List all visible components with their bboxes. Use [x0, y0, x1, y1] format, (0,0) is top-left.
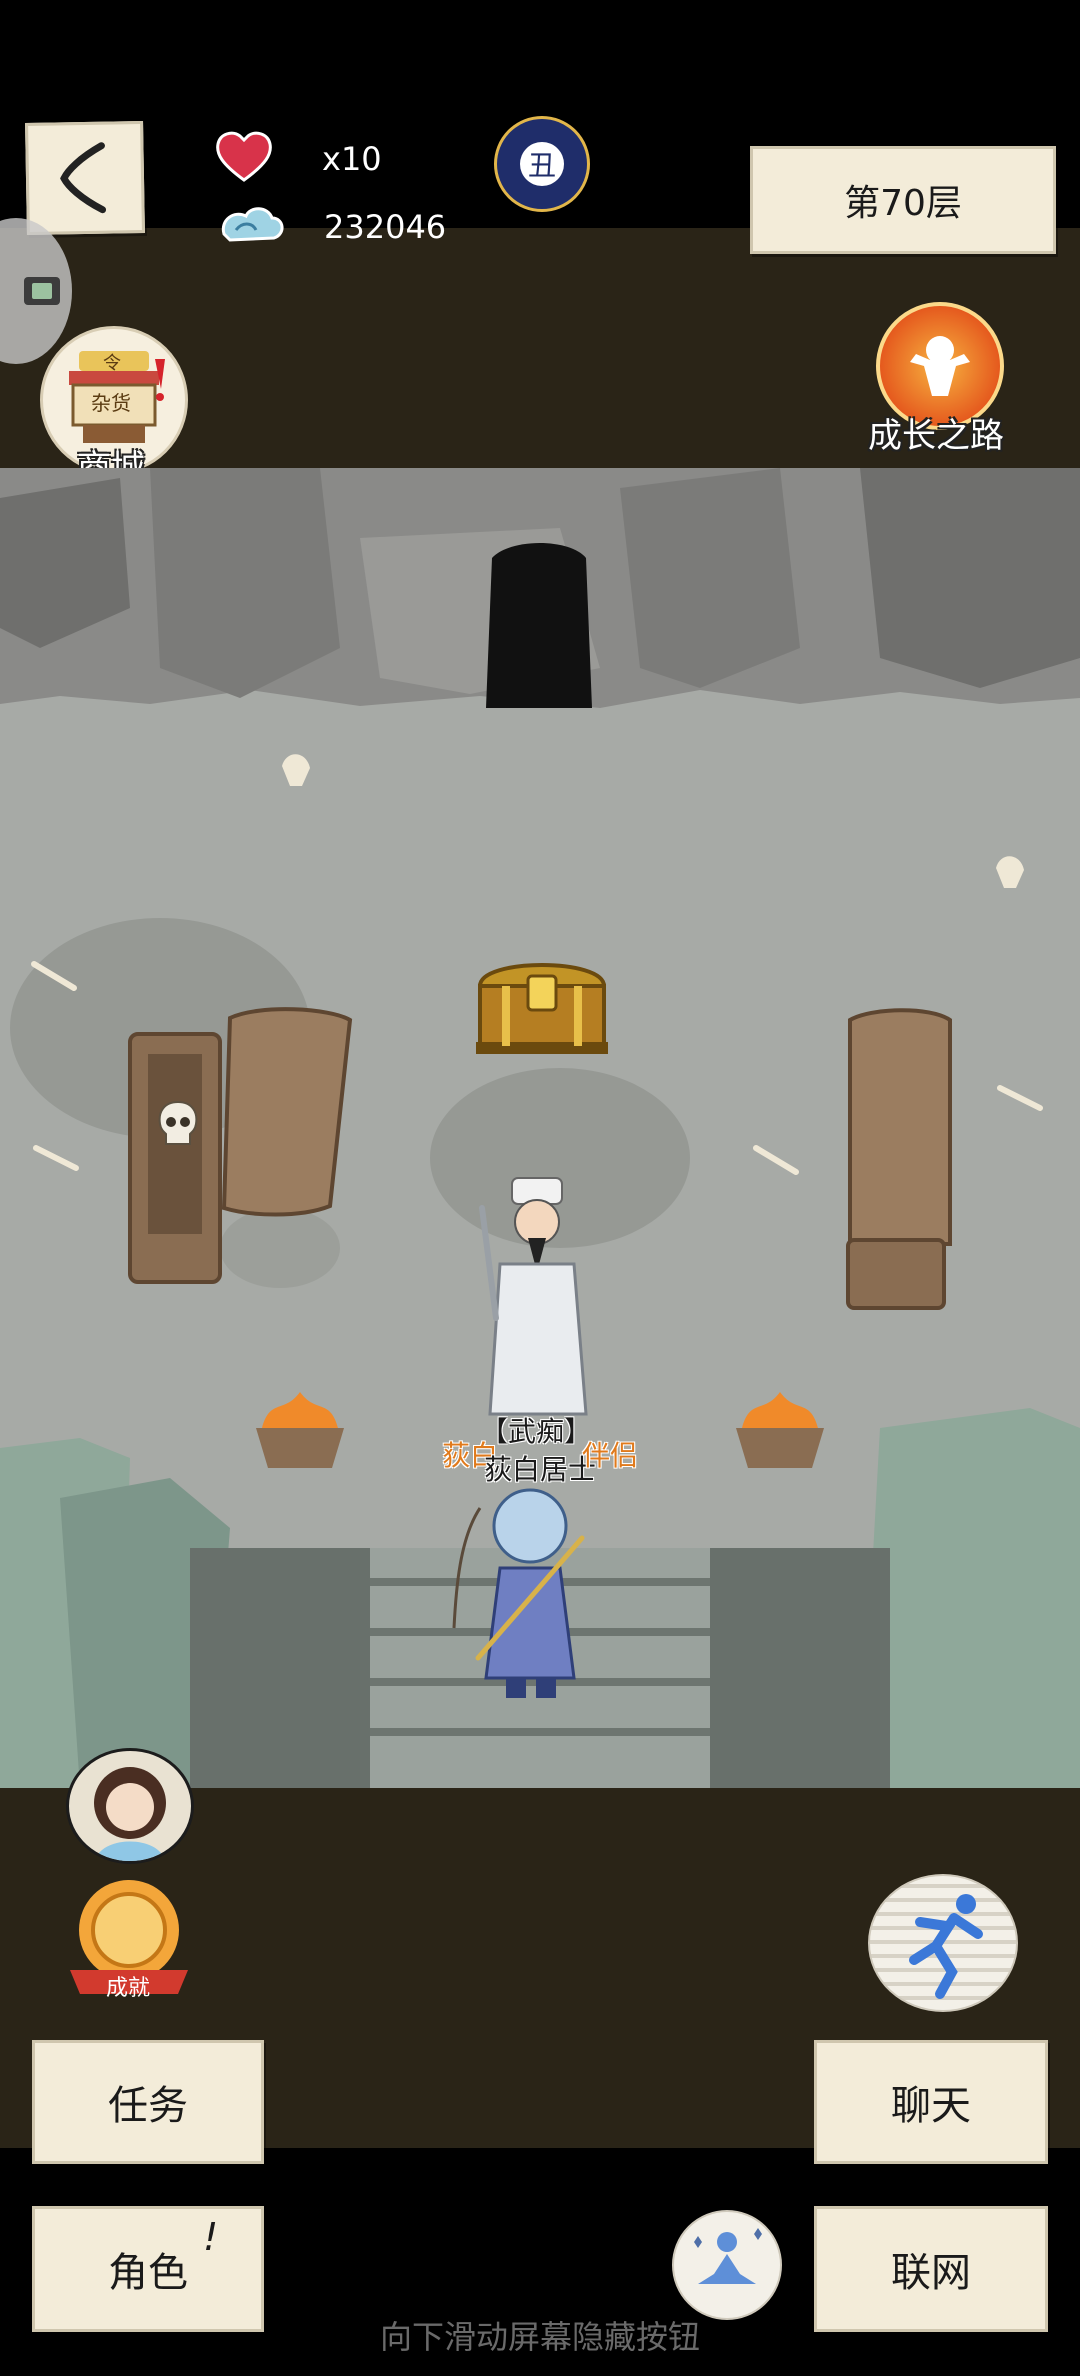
night-time-char: 丑	[520, 142, 564, 186]
night-time-badge[interactable]: 丑	[494, 116, 590, 212]
companion-avatar[interactable]	[66, 1748, 194, 1864]
achievement-button[interactable]: 成就	[66, 1874, 192, 2001]
floor-indicator: 第70层	[750, 146, 1056, 254]
companion-portrait	[94, 1767, 166, 1861]
heart-icon	[214, 128, 274, 184]
lives-count: x10	[322, 140, 382, 178]
skull-icon	[156, 1100, 200, 1150]
floor-label: 第70层	[844, 183, 962, 224]
widget-logo-icon	[24, 277, 60, 305]
chat-button[interactable]: 聊天	[814, 2040, 1048, 2164]
task-button[interactable]: 任务	[32, 2040, 264, 2164]
npc-character[interactable]	[460, 1168, 600, 1428]
companion-tag-right: 伴侣	[582, 1439, 639, 1472]
meditate-button[interactable]	[672, 2210, 782, 2320]
growth-path-label: 成长之路	[868, 416, 1004, 456]
back-button[interactable]	[25, 120, 145, 236]
network-button[interactable]: 联网	[814, 2206, 1048, 2332]
player-character[interactable]	[450, 1478, 610, 1708]
treasure-chest[interactable]	[472, 946, 612, 1056]
running-figure-icon	[909, 1894, 983, 1999]
shop-sign-main: 杂货	[91, 391, 131, 415]
hide-buttons-hint: 向下滑动屏幕隐藏按钮	[379, 2318, 700, 2356]
npc-sprite	[479, 1177, 588, 1416]
role-label: 角色	[108, 2250, 188, 2296]
chat-label: 聊天	[891, 2083, 971, 2129]
back-arrow-icon	[60, 142, 107, 214]
meditation-figure-icon	[694, 2228, 762, 2284]
network-label: 联网	[891, 2250, 971, 2296]
auto-run-button[interactable]	[868, 1874, 1018, 2012]
achievement-label: 成就	[106, 1976, 151, 2001]
cloud-currency-icon	[218, 200, 288, 252]
role-alert-mark: !	[203, 2215, 219, 2259]
currency-value: 232046	[324, 208, 447, 246]
shop-sign-top: 令	[103, 353, 121, 374]
player-sprite	[452, 1488, 585, 1698]
game-scene: 【武痴】 荻白 荻白居士 伴侣	[0, 468, 1080, 1788]
treasure-chest-icon	[476, 963, 608, 1054]
role-button[interactable]: 角色 !	[32, 2206, 264, 2332]
task-label: 任务	[108, 2083, 188, 2129]
